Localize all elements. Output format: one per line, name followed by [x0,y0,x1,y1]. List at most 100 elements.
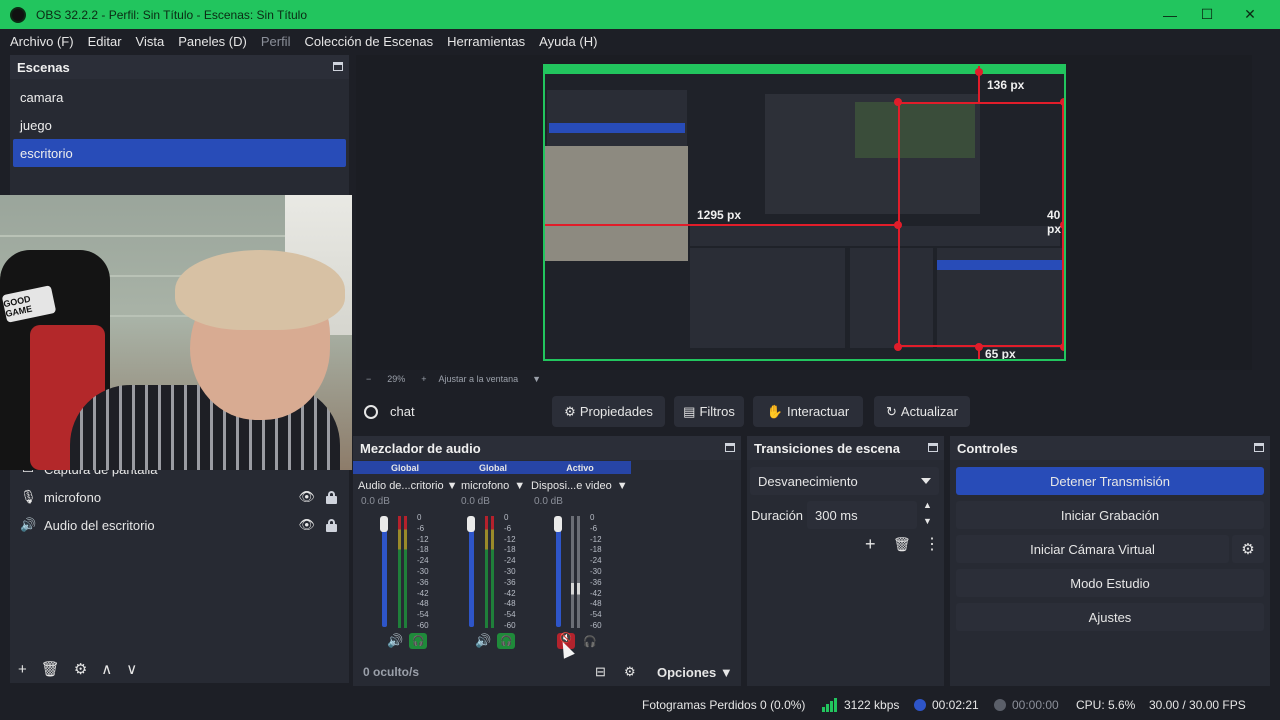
channel-tag: Activo [529,461,631,474]
mixer-channel-microfono: Global microfono ▼ 0.0 dB 0 -6 -12 -18 -24 -30… [457,461,529,649]
undock-icon[interactable] [1254,443,1264,452]
eye-icon[interactable]: 👁 [298,489,315,505]
duration-value: 300 ms [815,507,858,523]
gear-icon[interactable]: ⚙ [74,660,87,678]
live-icon [914,699,926,711]
volume-fader[interactable] [469,519,474,627]
headphones-icon[interactable]: 🎧 [409,633,428,649]
trash-icon[interactable]: 🗑 [41,660,60,678]
record-icon [994,699,1006,711]
interact-label: Interactuar [787,404,850,419]
cpu-usage: CPU: 5.6% [1076,698,1136,712]
studio-mode-button[interactable]: Modo Estudio [956,569,1264,597]
microphone-icon: 🎙 [20,489,37,504]
lock-icon[interactable] [326,518,337,532]
maximize-button[interactable]: ☐ [1185,0,1229,29]
volume-fader[interactable] [556,519,561,627]
meter-scale: 0 -6 -12 -18 -24 -30 -36 -42 -48 -54 -60 [504,513,516,630]
transitions-panel: Transiciones de escena Desvanecimiento D… [747,436,944,686]
stop-streaming-button[interactable]: Detener Transmisión [956,467,1264,495]
settings-button[interactable]: Ajustes [956,603,1264,631]
channel-db: 0.0 dB [361,496,390,507]
sources-toolbar: + 🗑 ⚙ ∧ ∨ [10,655,349,683]
source-item-microfono[interactable]: 🎙 microfono 👁 [10,483,349,511]
refresh-button[interactable]: ↻ Actualizar [874,396,970,427]
zoom-out-button[interactable]: − [366,374,371,384]
controls-panel: Controles Detener Transmisión Iniciar Gr… [950,436,1270,686]
move-down-button[interactable]: ∨ [126,660,137,678]
chevron-down-icon[interactable]: ▼ [532,374,541,384]
controls-title-text: Controles [957,440,1018,456]
virtual-camera-gear-icon[interactable]: ⚙ [1232,535,1264,563]
menu-perfil[interactable]: Perfil [261,34,291,49]
duration-input[interactable]: 300 ms [807,501,917,529]
properties-button[interactable]: ⚙ Propiedades [552,396,665,427]
menu-coleccion[interactable]: Colección de Escenas [304,34,433,49]
layout-icon[interactable]: ⊟ [595,664,606,680]
add-transition-button[interactable]: + [865,534,876,555]
headphones-icon[interactable]: 🎧 [497,633,516,649]
scene-item-camara[interactable]: camara [10,83,349,111]
zoom-level: 29% [387,374,406,384]
scene-item-juego[interactable]: juego [10,111,349,139]
menu-archivo[interactable]: Archivo (F) [10,34,74,49]
bitrate-value: 3122 kbps [844,698,900,712]
controls-title: Controles [950,436,1270,460]
preview-canvas[interactable]: 136 px 1295 px 40 px 65 px [543,64,1066,361]
scenes-title-text: Escenas [17,59,70,75]
more-menu-icon[interactable]: ⋮ [924,534,940,554]
bitrate-item: 3122 kbps [822,698,899,712]
source-item-audio-escritorio[interactable]: 🔊 Audio del escritorio 👁 [10,511,349,539]
fader-knob[interactable] [554,516,562,532]
transition-type-select[interactable]: Desvanecimiento [750,467,939,495]
trash-icon[interactable]: 🗑 [893,536,911,553]
undock-icon[interactable] [333,62,343,71]
fader-knob[interactable] [380,516,388,532]
eye-icon[interactable]: 👁 [298,517,315,533]
hand-icon: ✋ [766,403,784,419]
zoom-in-button[interactable]: + [421,374,426,384]
filter-icon: ▤ [683,403,696,419]
headphones-off-icon[interactable]: 🎧 [583,635,597,648]
move-up-button[interactable]: ∧ [101,660,112,678]
chevron-down-icon: ▼ [719,664,733,680]
speaker-icon: 🔊 [20,517,37,532]
menu-vista[interactable]: Vista [136,34,165,49]
transition-type-value: Desvanecimiento [758,473,858,489]
fader-knob[interactable] [467,516,475,532]
sources-panel: ▭ Captura de pantalla 🎙 microfono 👁 🔊 Au… [10,455,349,683]
channel-name[interactable]: microfono ▼ [457,478,529,494]
dropped-frames: Fotogramas Perdidos 0 (0.0%) [642,698,806,712]
menu-paneles[interactable]: Paneles (D) [178,34,247,49]
close-button[interactable]: ✕ [1228,0,1272,29]
selected-source: chat [364,395,415,428]
options-button[interactable]: Opciones ▼ [657,665,733,680]
start-virtual-camera-button[interactable]: Iniciar Cámara Virtual [956,535,1229,563]
add-source-button[interactable]: + [18,661,27,678]
speaker-icon[interactable]: 🔊 [387,633,403,649]
interact-button[interactable]: ✋ Interactuar [753,396,863,427]
mixer-channel-desktop: Global Audio de...critorio ▼ 0.0 dB 0 -6 -1… [353,461,457,649]
advanced-audio-icon[interactable]: ⚙ [624,664,636,680]
volume-fader[interactable] [382,519,387,627]
chevron-down-icon [921,478,931,484]
scenes-title: Escenas [10,55,349,79]
channel-name[interactable]: Disposi...e video ▼ [529,478,631,494]
menu-herramientas[interactable]: Herramientas [447,34,525,49]
menu-editar[interactable]: Editar [88,34,122,49]
undock-icon[interactable] [725,443,735,452]
lock-icon[interactable] [326,490,337,504]
fit-window-select[interactable]: Ajustar a la ventana [439,374,519,384]
channel-db: 0.0 dB [534,496,563,507]
filters-button[interactable]: ▤ Filtros [674,396,744,427]
title-bar: OBS 32.2.2 - Perfil: Sin Título - Escena… [0,0,1280,29]
speaker-icon[interactable]: 🔊 [475,633,491,649]
scene-item-escritorio[interactable]: escritorio [13,139,346,167]
meter-scale: 0 -6 -12 -18 -24 -30 -36 -42 -48 -54 -60 [590,513,602,630]
undock-icon[interactable] [928,443,938,452]
stepper-down-icon[interactable]: ▼ [923,516,932,526]
menu-ayuda[interactable]: Ayuda (H) [539,34,597,49]
channel-name[interactable]: Audio de...critorio ▼ [353,478,457,494]
start-recording-button[interactable]: Iniciar Grabación [956,501,1264,529]
stepper-up-icon[interactable]: ▲ [923,500,932,510]
